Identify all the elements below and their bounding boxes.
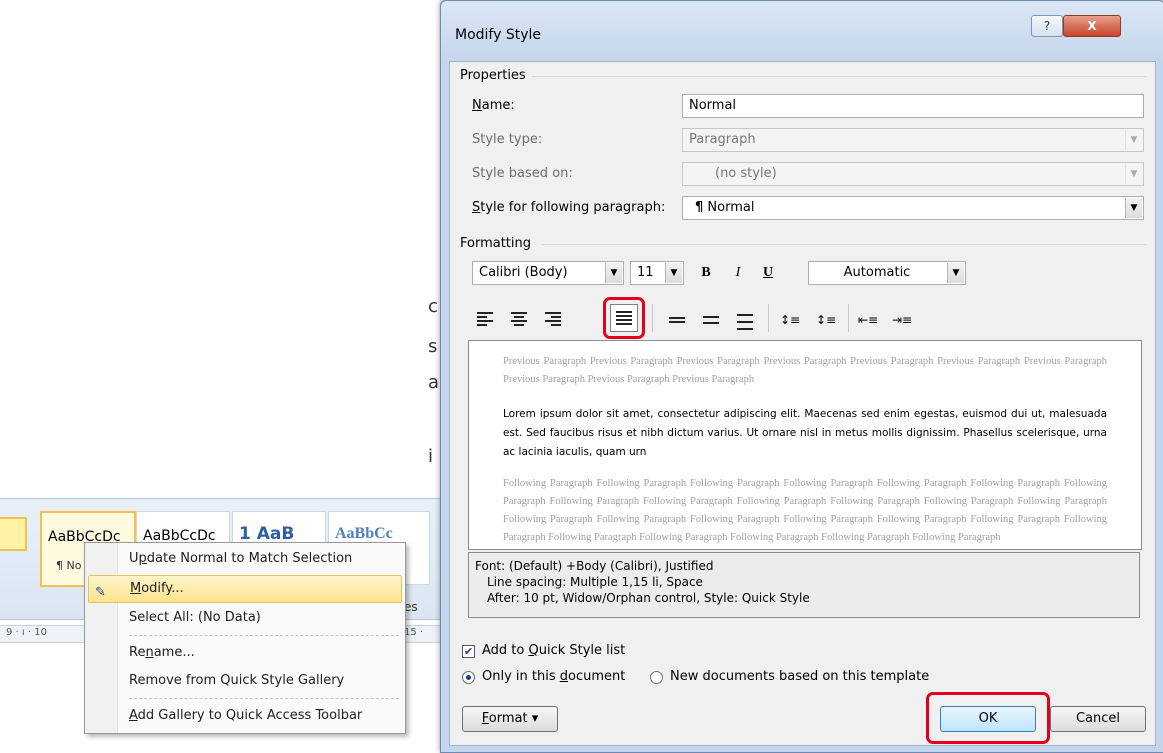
toolbar-separator <box>652 304 653 332</box>
decrease-indent-icon[interactable]: ⇤≡ <box>856 308 880 332</box>
increase-spacing-icon[interactable]: ↕≡ <box>778 308 802 332</box>
menu-item-select-all[interactable]: Select All: (No Data) <box>119 605 402 631</box>
name-input[interactable]: Normal <box>682 94 1144 118</box>
style-type-label: Style type: <box>472 132 543 147</box>
only-this-document-radio[interactable] <box>462 671 475 684</box>
dialog-title: Modify Style <box>455 27 542 43</box>
paragraph-mark-icon: ¶ <box>695 200 704 215</box>
font-size-value: 11 <box>637 265 654 280</box>
menu-gutter <box>85 543 118 733</box>
bold-button[interactable]: B <box>694 261 718 285</box>
dialog-client-area: Properties Name: Normal Style type: Para… <box>449 61 1156 746</box>
align-right-button[interactable] <box>540 306 566 332</box>
ruler-marks: 9 · ı · 10 <box>6 627 47 638</box>
new-documents-radio[interactable] <box>650 671 663 684</box>
formatting-group-title: Formatting <box>460 236 532 251</box>
menu-item-add-gallery-to-qat[interactable]: Add Gallery to Quick Access Toolbar <box>119 703 402 729</box>
description-line: After: 10 pt, Widow/Orphan control, Styl… <box>487 591 810 605</box>
modify-style-icon: ✎ <box>95 585 106 600</box>
new-documents-label: New documents based on this template <box>670 669 930 684</box>
chevron-down-icon: ▼ <box>1125 198 1142 218</box>
name-label: Name: <box>472 98 515 113</box>
only-this-document-label: Only in this document <box>482 669 626 684</box>
background-doc-text: i <box>428 446 434 467</box>
description-line: Line spacing: Multiple 1,15 li, Space <box>487 575 703 589</box>
toolbar-separator <box>848 304 849 332</box>
style-type-value: Paragraph <box>689 132 756 147</box>
menu-item-update-normal[interactable]: Update Normal to Match Selection <box>119 546 402 572</box>
menu-item-rename[interactable]: Rename... <box>119 640 402 666</box>
add-quick-style-checkbox[interactable]: ✔ <box>462 645 475 658</box>
style-tile-sample: AaBbCc <box>335 525 393 542</box>
toolbar-separator <box>768 304 769 332</box>
menu-separator <box>129 635 399 636</box>
cancel-button[interactable]: Cancel <box>1050 706 1146 732</box>
align-left-button[interactable] <box>472 306 498 332</box>
based-on-label: Style based on: <box>472 166 573 181</box>
following-paragraph-value: Normal <box>707 200 755 215</box>
italic-button[interactable]: I <box>726 261 750 285</box>
chevron-down-icon: ▾ <box>531 711 539 726</box>
preview-following-paragraph: Following Paragraph Following Paragraph … <box>503 478 1107 543</box>
following-paragraph-label: Style for following paragraph: <box>472 200 666 215</box>
chevron-down-icon: ▼ <box>665 263 682 283</box>
chevron-down-icon: ▼ <box>605 263 622 283</box>
single-spacing-button[interactable] <box>664 308 690 334</box>
underline-button[interactable]: U <box>756 261 780 285</box>
double-spacing-button[interactable] <box>732 308 758 334</box>
based-on-value: (no style) <box>715 166 777 181</box>
ok-highlight-ring <box>926 692 1050 744</box>
font-value: Calibri (Body) <box>479 265 568 280</box>
menu-separator <box>129 698 399 699</box>
font-color-value: Automatic <box>843 265 911 280</box>
style-type-select: Paragraph ▼ <box>682 128 1144 152</box>
font-size-select[interactable]: 11 ▼ <box>630 261 684 285</box>
chevron-down-icon: ▼ <box>947 263 964 283</box>
font-color-select[interactable]: Automatic ▼ <box>808 261 966 285</box>
ribbon-group-label: es <box>404 600 418 614</box>
style-tile-sample: 1 AaB <box>239 524 295 544</box>
add-quick-style-label: Add to Quick Style list <box>482 643 626 658</box>
style-description: Font: (Default) +Body (Calibri), Justifi… <box>468 552 1140 618</box>
chevron-down-icon: ▼ <box>1125 130 1142 150</box>
one-half-spacing-button[interactable] <box>698 308 724 334</box>
menu-item-remove-from-gallery[interactable]: Remove from Quick Style Gallery <box>119 668 402 694</box>
dialog-titlebar[interactable]: Modify Style ? X <box>441 1 1163 61</box>
font-select[interactable]: Calibri (Body) ▼ <box>472 261 624 285</box>
increase-indent-icon[interactable]: ⇥≡ <box>890 308 914 332</box>
gallery-previous-tile[interactable] <box>0 517 27 551</box>
style-context-menu: Update Normal to Match Selection ✎ Modif… <box>84 542 406 734</box>
decrease-spacing-icon[interactable]: ↕≡ <box>814 308 838 332</box>
style-preview: Previous Paragraph Previous Paragraph Pr… <box>468 340 1142 550</box>
background-doc-text: c <box>428 296 438 317</box>
preview-body-text: Lorem ipsum dolor sit amet, consectetur … <box>503 408 1107 458</box>
align-center-button[interactable] <box>506 306 532 332</box>
group-divider <box>542 244 1147 245</box>
preview-previous-paragraph: Previous Paragraph Previous Paragraph Pr… <box>503 356 1107 385</box>
description-line: Font: (Default) +Body (Calibri), Justifi… <box>475 559 714 573</box>
ruler-marks: 15 · <box>404 627 424 638</box>
properties-group-title: Properties <box>460 68 526 83</box>
format-button[interactable]: Format ▾ <box>462 706 558 732</box>
chevron-down-icon: ▼ <box>1125 164 1142 184</box>
background-doc-text: a <box>428 372 440 393</box>
style-tile-label: ¶ No <box>56 559 82 572</box>
group-divider <box>532 76 1147 77</box>
following-paragraph-select[interactable]: ¶ Normal ▼ <box>682 196 1144 220</box>
help-button[interactable]: ? <box>1031 15 1063 37</box>
modify-style-dialog: Modify Style ? X Properties Name: Normal… <box>440 0 1163 753</box>
based-on-select: (no style) ▼ <box>682 162 1144 186</box>
justify-highlight-ring <box>603 297 645 339</box>
close-button[interactable]: X <box>1063 15 1121 37</box>
menu-item-modify[interactable]: ✎ Modify... <box>88 575 402 603</box>
background-doc-text: s <box>428 336 438 357</box>
